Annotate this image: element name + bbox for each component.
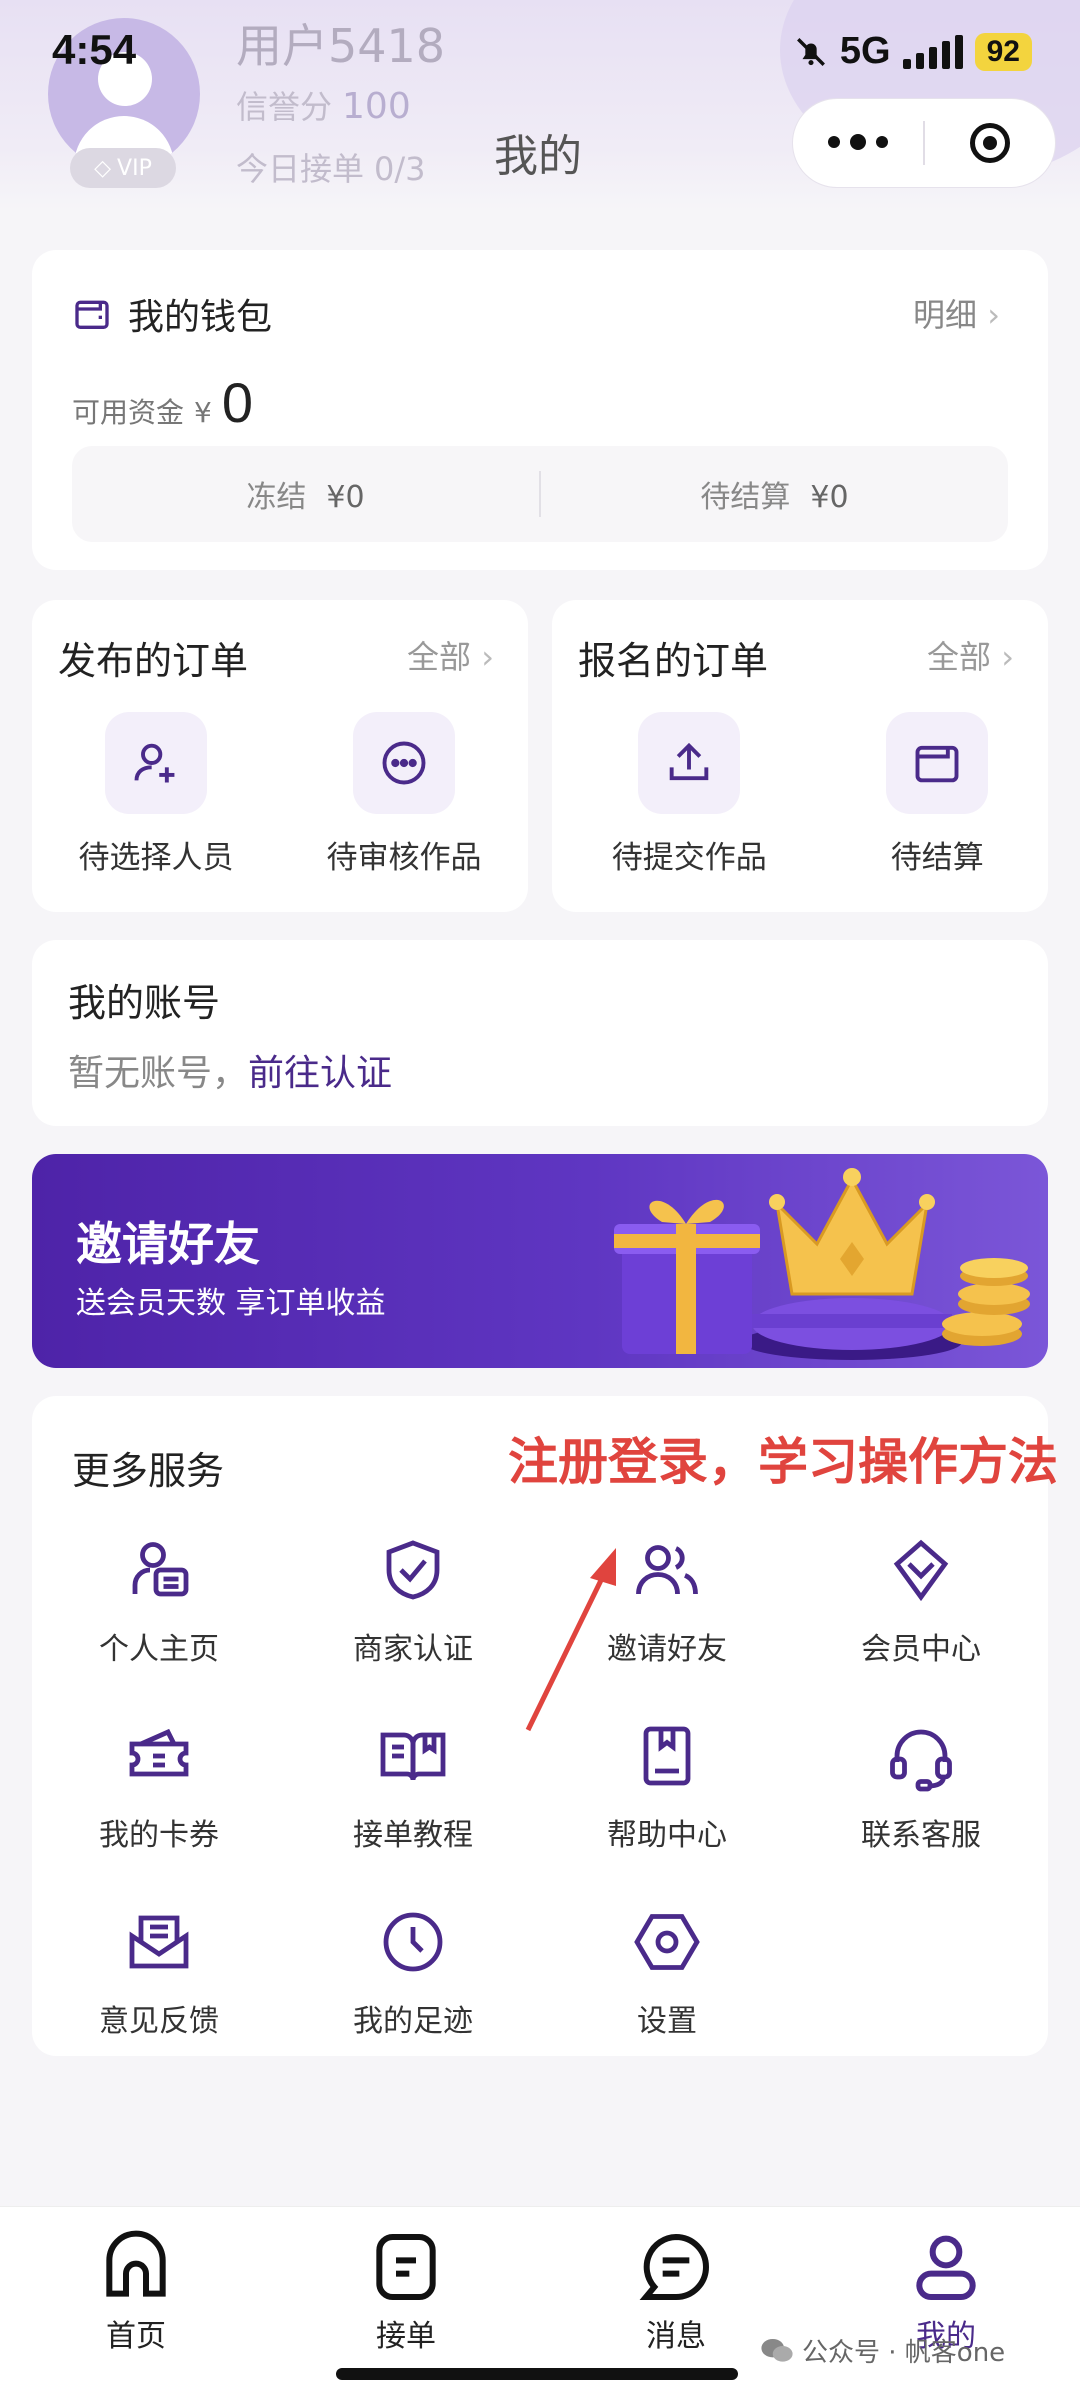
banner-title: 邀请好友 (76, 1217, 260, 1271)
account-status: 暂无账号，前往认证 (68, 1053, 393, 1094)
settings-hex-icon (634, 1914, 700, 1970)
order-pending-submit[interactable]: 待提交作品 (612, 712, 767, 877)
home-indicator[interactable] (336, 2368, 738, 2380)
account-title: 我的账号 (68, 981, 221, 1025)
service-history[interactable]: 我的足迹 (286, 1906, 540, 2040)
battery-level: 92 (974, 32, 1032, 71)
status-icons: 5G 92 (794, 30, 1032, 73)
diamond-icon (893, 1539, 949, 1602)
watermark: 公众号 · 帆客one (760, 2332, 1005, 2369)
wallet-title: 我的钱包 (128, 297, 273, 338)
service-settings[interactable]: 设置 (540, 1906, 794, 2040)
tab-home[interactable]: 首页 (66, 2227, 206, 2355)
applied-orders-all-link[interactable]: 全部 › (927, 632, 1014, 678)
page-title: 我的 (494, 131, 582, 182)
today-orders: 今日接单 0/3 (236, 150, 426, 188)
service-help-center[interactable]: 帮助中心 (540, 1720, 794, 1854)
order-pending-select[interactable]: 待选择人员 (79, 712, 234, 877)
wallet-balances: 冻结 ¥0 待结算 ¥0 (72, 446, 1008, 542)
close-target-icon[interactable] (925, 123, 1055, 163)
pending-balance: 待结算 ¥0 (700, 480, 849, 515)
status-time: 4:54 (52, 26, 137, 73)
frozen-balance: 冻结 ¥0 (246, 480, 365, 515)
user-icon (916, 2235, 976, 2300)
help-book-icon (643, 1726, 691, 1786)
applied-orders-title: 报名的订单 (578, 639, 769, 683)
chevron-right-icon: › (1001, 638, 1014, 676)
service-coupons[interactable]: 我的卡券 (32, 1720, 286, 1854)
published-orders-card: 发布的订单 全部 › 待选择人员 待审核作品 (32, 600, 528, 912)
clock-icon (383, 1912, 443, 1972)
chat-icon (639, 2233, 709, 2300)
service-customer-support[interactable]: 联系客服 (794, 1720, 1048, 1854)
wallet-detail-link[interactable]: 明细 › (913, 290, 1000, 336)
book-icon (380, 1732, 446, 1781)
published-orders-all-link[interactable]: 全部 › (407, 632, 494, 678)
gift-crown-illustration-icon (614, 1168, 1030, 1360)
service-feedback[interactable]: 意见反馈 (32, 1906, 286, 2040)
invite-banner[interactable]: 邀请好友 送会员天数 享订单收益 (32, 1154, 1048, 1368)
miniprogram-capsule (792, 98, 1056, 188)
tab-messages[interactable]: 消息 (606, 2227, 746, 2355)
available-funds: 可用资金 ¥0 (72, 371, 253, 434)
headset-icon (890, 1729, 952, 1792)
diamond-small-icon: ◇ (94, 155, 112, 181)
shield-check-icon (386, 1540, 440, 1600)
banner-subtitle: 送会员天数 享订单收益 (76, 1286, 386, 1321)
service-member-center[interactable]: 会员中心 (794, 1534, 1048, 1668)
more-menu-icon[interactable] (793, 134, 923, 150)
signal-icon (902, 34, 963, 69)
account-card: 我的账号 暂无账号，前往认证 (32, 940, 1048, 1126)
wallet-icon (915, 745, 959, 783)
chevron-right-icon: › (987, 296, 1000, 334)
document-icon (376, 2234, 436, 2300)
more-circle-icon (382, 741, 426, 785)
wallet-card: 我的钱包 明细 › 可用资金 ¥0 冻结 ¥0 待结算 ¥0 (32, 250, 1048, 570)
add-user-icon (134, 743, 175, 783)
vip-badge[interactable]: ◇ VIP (70, 148, 176, 188)
service-merchant-verify[interactable]: 商家认证 (286, 1534, 540, 1668)
published-orders-title: 发布的订单 (58, 639, 249, 683)
wallet-header: 我的钱包 (72, 288, 272, 340)
wallet-icon (75, 300, 109, 329)
upload-icon (669, 742, 709, 781)
mail-icon (129, 1915, 189, 1969)
bell-muted-icon (796, 37, 825, 66)
service-profile[interactable]: 个人主页 (32, 1534, 286, 1668)
service-tutorial[interactable]: 接单教程 (286, 1720, 540, 1854)
status-bar: 4:54 5G 92 (0, 0, 1080, 100)
coupon-icon (129, 1728, 189, 1777)
annotation-arrow-icon (525, 1548, 616, 1732)
applied-orders-card: 报名的订单 全部 › 待提交作品 待结算 (552, 600, 1048, 912)
services-title: 更多服务 (72, 1449, 225, 1493)
network-type: 5G (839, 30, 891, 72)
profile-card-icon (132, 1542, 189, 1597)
verify-link[interactable]: 前往认证 (248, 1053, 392, 1094)
tab-orders[interactable]: 接单 (336, 2227, 476, 2355)
chevron-right-icon: › (481, 638, 494, 676)
users-icon (636, 1545, 698, 1595)
wechat-icon (761, 2338, 793, 2362)
order-pending-review[interactable]: 待审核作品 (327, 712, 482, 877)
home-icon (106, 2230, 166, 2297)
annotation-text: 注册登录，学习操作方法 (508, 1433, 1058, 1491)
order-pending-settle[interactable]: 待结算 (886, 712, 989, 877)
